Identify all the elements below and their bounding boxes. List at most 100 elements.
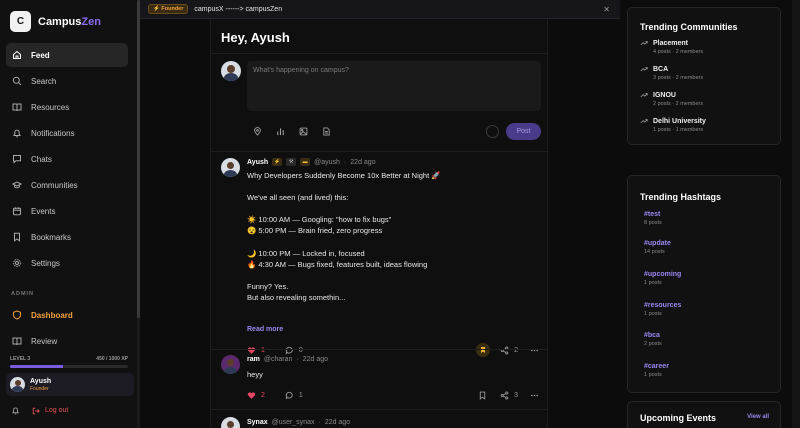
image-icon[interactable] [299,127,308,136]
sidebar-scrollbar[interactable] [137,0,140,318]
hashtag-item[interactable]: #bca 2 posts [644,332,662,347]
document-icon[interactable] [322,127,331,136]
sidebar: C CampusZen Feed Search Resources Notifi… [0,0,140,428]
sidebar-item-resources[interactable]: Resources [6,95,128,119]
bell-icon[interactable] [11,406,20,415]
hashtag-meta: 2 posts [644,341,662,347]
heart-icon [247,391,256,399]
announcement-banner: ⚡ Founder campusX ------> campusZen ✕ [140,0,620,19]
post-body: Why Developers Suddenly Become 10x Bette… [247,171,441,303]
search-icon [12,76,22,86]
like-button[interactable]: 2 [247,391,265,400]
post-author[interactable]: Ayush [247,159,268,166]
bookmark-icon [14,232,20,242]
post-button[interactable]: Post [506,123,541,140]
hashtag-item[interactable]: #career 1 posts [644,363,669,378]
sidebar-item-communities[interactable]: Communities [6,173,128,197]
post-card[interactable]: Synax @user_synax · 22d ago [211,410,549,428]
sidebar-item-review[interactable]: Review [6,329,128,353]
hashtag-item[interactable]: #update 14 posts [644,240,671,255]
char-count-ring [486,125,499,138]
read-more-link[interactable]: Read more [247,326,283,333]
hashtag-name: #resources [644,302,682,309]
community-item[interactable]: Placement 4 posts · 2 members [640,39,703,55]
graduation-cap-icon [12,181,22,189]
level-row: LEVEL 3 450 / 1000 XP [10,356,128,362]
post-header: Synax @user_synax · 22d ago [247,419,350,426]
brand-name: CampusZen [38,15,101,28]
bookmark-button[interactable] [478,391,487,400]
post-header: ram @charan · 22d ago [247,356,328,363]
user-role: Founder [30,385,49,392]
sidebar-item-events[interactable]: Events [6,199,128,223]
sidebar-item-settings[interactable]: Settings [6,251,128,275]
calendar-icon [13,207,21,216]
post-author[interactable]: Synax [247,419,268,426]
sidebar-item-label: Communities [31,180,78,190]
post-card[interactable]: ram @charan · 22d ago heyy 2 1 3 [211,350,549,405]
dot-separator: · [296,356,299,363]
post-body: heyy [247,370,263,379]
hashtag-item[interactable]: #upcoming 1 posts [644,271,681,286]
community-name: BCA [653,65,669,73]
sidebar-item-chats[interactable]: Chats [6,147,128,171]
sidebar-item-dashboard[interactable]: Dashboard [6,303,128,327]
avatar[interactable] [221,355,240,374]
xp-progress-fill [10,365,64,368]
composer-toolbar [253,127,331,136]
sidebar-item-label: Bookmarks [31,232,72,242]
community-item[interactable]: BCA 3 posts · 2 members [640,65,703,81]
view-all-link[interactable]: View all [747,414,769,420]
sidebar-footer: Log out [11,406,68,415]
share-icon [500,390,509,400]
post-author[interactable]: ram [247,356,260,363]
post-time: 22d ago [302,356,329,363]
logout-button[interactable]: Log out [32,407,68,415]
post-actions: 2 1 3 [247,389,539,401]
trending-up-icon [640,41,648,46]
sidebar-item-bookmarks[interactable]: Bookmarks [6,225,128,249]
trending-up-icon [640,67,648,72]
hashtag-name: #upcoming [644,271,682,278]
share-button[interactable]: 3 [500,390,518,400]
community-item[interactable]: IGNOU 2 posts · 2 members [640,91,703,107]
hashtag-meta: 8 posts [644,220,662,226]
location-pin-icon[interactable] [253,127,262,136]
brand[interactable]: C CampusZen [10,11,101,32]
avatar[interactable] [221,417,240,428]
home-icon [13,50,21,59]
close-icon[interactable]: ✕ [603,5,610,14]
chat-icon [13,155,21,164]
avatar[interactable] [221,158,240,177]
avatar [221,61,241,81]
sidebar-item-feed[interactable]: Feed [6,43,128,67]
page-scrollbar[interactable] [792,0,800,428]
comment-count: 1 [298,391,303,399]
tools-badge-icon: ⚒ [286,158,297,166]
poll-icon[interactable] [276,127,285,136]
founder-badge: ⚡ Founder [148,4,189,14]
main-nav: Feed Search Resources Notifications Chat… [6,43,128,277]
hashtag-item[interactable]: #resources 1 posts [644,302,681,317]
composer-input[interactable]: What's happening on campus? [247,61,541,111]
trending-up-icon [640,119,648,124]
bookmark-icon [479,391,486,400]
sidebar-item-label: Resources [31,102,70,112]
more-button[interactable] [530,391,539,400]
user-name: Ayush [30,377,52,385]
upcoming-events-card: Upcoming Events View all [627,401,781,428]
sidebar-item-label: Events [31,206,56,216]
sidebar-item-notifications[interactable]: Notifications [6,121,128,145]
dot-separator: · [343,158,347,166]
hashtag-item[interactable]: #test 8 posts [644,211,662,226]
like-count: 2 [261,391,265,399]
shield-icon [13,310,21,320]
post-card[interactable]: Ayush ⚡ ⚒ ▬ @ayush · 22d ago Why Develop… [211,152,549,357]
level-label: LEVEL 3 [10,356,31,362]
bell-icon [13,129,21,138]
trending-communities-card: Trending Communities Placement 4 posts ·… [627,7,781,145]
sidebar-item-search[interactable]: Search [6,69,128,93]
community-item[interactable]: Delhi University 1 posts · 1 members [640,117,706,133]
comment-button[interactable]: 1 [285,391,303,400]
user-card[interactable]: Ayush Founder [6,373,134,396]
